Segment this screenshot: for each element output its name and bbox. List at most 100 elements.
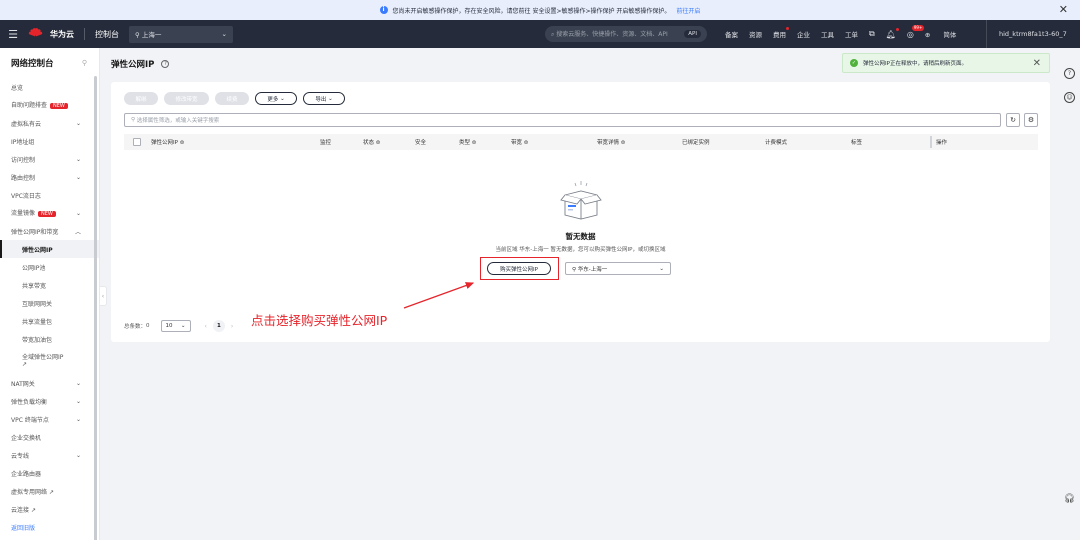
current-page[interactable]: 1 <box>212 320 225 332</box>
region-selector[interactable]: ⚲ 上海一 ⌄ <box>129 25 233 43</box>
search-icon: ⚲ <box>131 117 136 123</box>
chevron-down-icon: ⌄ <box>75 173 81 181</box>
sidebar-item-label: 云连接 <box>11 506 30 514</box>
sidebar: 网络控制台 ⚲ 总览 自助问题排查 NEW 虚拟私有云 ⌄ IP地址组 访问控制 ⌄ … <box>0 48 100 540</box>
sidebar-item-vpc-flowlog[interactable]: VPC流日志 <box>0 186 99 204</box>
sidebar-item-access-control[interactable]: 访问控制 ⌄ <box>0 150 99 168</box>
sidebar-scrollbar[interactable] <box>94 76 97 540</box>
page-size-select[interactable]: 10 ⌄ <box>160 320 191 332</box>
region-switch-select[interactable]: ⚲ 华东-上海一 ⌄ <box>565 262 671 275</box>
close-icon[interactable]: ✕ <box>1059 3 1068 16</box>
logo[interactable]: 华为云 <box>28 27 74 41</box>
nav-beian[interactable]: 备案 <box>725 29 738 39</box>
menu-icon[interactable]: ☰ <box>0 28 26 41</box>
annotation-text: 点击选择购买弹性公网IP <box>251 313 388 328</box>
chevron-down-icon: ⌄ <box>75 155 81 163</box>
message-icon[interactable]: ◎ 99+ <box>907 24 925 39</box>
help-icon[interactable]: ? <box>1064 68 1075 79</box>
sidebar-item-traffic-mirror[interactable]: 流量镜像 NEW ⌄ <box>0 204 99 222</box>
prev-page-icon[interactable]: ‹ <box>205 323 207 330</box>
more-button[interactable]: 更多 ⌄ <box>255 92 297 105</box>
info-icon: i <box>379 6 388 14</box>
select-all-checkbox[interactable] <box>133 138 141 146</box>
nav-resources[interactable]: 资源 <box>749 29 762 39</box>
sidebar-item-public-ip-pool[interactable]: 公网IP池 <box>0 258 99 276</box>
page-size-value: 10 <box>165 323 173 329</box>
sidebar-item-overview[interactable]: 总览 <box>0 78 99 96</box>
refresh-button[interactable]: ↻ <box>1006 113 1020 127</box>
screen-icon[interactable]: ⧉ <box>869 29 875 39</box>
user-account[interactable]: hid_ktrm8fa1t3-60_7 <box>986 20 1067 48</box>
renew-button[interactable]: 续费 <box>215 92 249 105</box>
chevron-up-icon: ︿ <box>74 228 81 236</box>
total-label: 总条数： <box>124 324 147 330</box>
search-api-tag: API <box>684 30 701 38</box>
sidebar-item-label: 全域弹性公网IP <box>22 354 64 361</box>
headset-icon[interactable]: 🎧︎ <box>1064 493 1075 504</box>
sidebar-item-enterprise-switch[interactable]: 企业交换机 <box>0 428 99 446</box>
nav-tools[interactable]: 工具 <box>821 29 834 39</box>
language-switch[interactable]: ⊕ 简体 <box>925 29 968 39</box>
sidebar-item-ip-group[interactable]: IP地址组 <box>0 132 99 150</box>
modify-bandwidth-button[interactable]: 修改带宽 <box>164 92 209 105</box>
search-icon: ⌕ <box>551 31 555 38</box>
column-bandwidth[interactable]: 带宽 ⊜ <box>511 138 528 146</box>
column-status[interactable]: 状态 ⊜ <box>363 138 380 146</box>
help-icon[interactable]: ? <box>161 60 170 68</box>
feedback-smile-icon[interactable]: ☺ <box>1064 92 1075 103</box>
column-tags: 标签 <box>851 140 863 146</box>
back-to-old-version[interactable]: 返回旧版 <box>0 518 99 536</box>
chevron-down-icon: ⌄ <box>180 323 186 329</box>
globe-icon: ⊕ <box>924 31 931 39</box>
sidebar-item-enterprise-router[interactable]: 企业路由器 <box>0 464 99 482</box>
sidebar-item-cloud-connect[interactable]: 云连接 ↗ <box>0 500 99 518</box>
sidebar-item-bandwidth-addon[interactable]: 带宽加油包 <box>0 330 99 348</box>
column-bandwidth-detail[interactable]: 带宽详情 ⊜ <box>597 138 625 146</box>
sidebar-item-self-diagnosis[interactable]: 自助问题排查 NEW <box>0 96 99 114</box>
nav-billing[interactable]: 费用 <box>773 27 789 39</box>
global-search[interactable]: ⌕ 搜索云服务、快捷操作、资源、文档、API API <box>545 26 707 42</box>
chevron-left-icon: ‹ <box>101 292 105 300</box>
chevron-down-icon: ⌄ <box>659 265 664 272</box>
sidebar-item-nat[interactable]: NAT网关 ⌄ <box>0 374 99 392</box>
sidebar-item-route-control[interactable]: 路由控制 ⌄ <box>0 168 99 186</box>
sidebar-item-elb[interactable]: 弹性负载均衡 ⌄ <box>0 392 99 410</box>
gear-icon: ⚙ <box>1027 116 1035 124</box>
nav-enterprise[interactable]: 企业 <box>797 29 810 39</box>
right-rail: ? ☺ 🎧︎ <box>1060 48 1080 540</box>
bell-icon[interactable]: 🔔︎ <box>886 27 900 39</box>
sidebar-item-internet-gateway[interactable]: 互联网网关 <box>0 294 99 312</box>
export-button[interactable]: 导出 ⌄ <box>303 92 345 105</box>
chevron-down-icon: ⌄ <box>75 379 81 387</box>
filter-icon: ⊜ <box>523 140 529 146</box>
sidebar-item-label: 弹性公网IP <box>22 246 53 254</box>
column-eip[interactable]: 弹性公网IP ⊜ <box>151 138 184 146</box>
column-bound-instance: 已绑定实例 <box>682 140 710 146</box>
banner-link[interactable]: 前往开启 <box>676 6 700 15</box>
sidebar-collapse-button[interactable]: ‹ <box>100 286 107 306</box>
sidebar-item-shared-traffic[interactable]: 共享流量包 <box>0 312 99 330</box>
filter-search-input[interactable]: ⚲ 选择属性筛选，或输入关键字搜索 <box>124 113 1001 127</box>
search-placeholder: 搜索云服务、快捷操作、资源、文档、API <box>556 31 668 38</box>
next-page-icon[interactable]: › <box>231 323 233 330</box>
sidebar-item-direct-connect[interactable]: 云专线 ⌄ <box>0 446 99 464</box>
console-link[interactable]: 控制台 <box>95 29 119 40</box>
sidebar-item-vpn[interactable]: 虚拟专用网络 ↗ <box>0 482 99 500</box>
filter-placeholder: 选择属性筛选，或输入关键字搜索 <box>136 118 220 124</box>
nav-tickets[interactable]: 工单 <box>845 29 858 39</box>
sidebar-item-eip[interactable]: 弹性公网IP <box>0 240 99 258</box>
banner-text: 您尚未开启敏感操作保护，存在安全风险，请您前往 安全设置>敏感操作>操作保护 开… <box>392 7 671 15</box>
sidebar-item-global-eip[interactable]: 全域弹性公网IP ↗ <box>0 348 99 374</box>
sidebar-item-eip-bandwidth[interactable]: 弹性公网IP和带宽 ︿ <box>0 222 99 240</box>
column-type[interactable]: 类型 ⊜ <box>459 138 476 146</box>
huawei-logo-icon <box>28 27 44 41</box>
sidebar-item-shared-bandwidth[interactable]: 共享带宽 <box>0 276 99 294</box>
sidebar-item-vpc[interactable]: 虚拟私有云 ⌄ <box>0 114 99 132</box>
search-icon[interactable]: ⚲ <box>82 59 87 67</box>
unbind-button[interactable]: 解绑 <box>124 92 158 105</box>
chevron-down-icon: ⌄ <box>75 119 81 127</box>
settings-button[interactable]: ⚙ <box>1024 113 1038 127</box>
close-icon[interactable]: ✕ <box>1033 58 1041 69</box>
sidebar-item-label: 虚拟专用网络 <box>11 488 48 496</box>
sidebar-item-vpc-endpoint[interactable]: VPC 终端节点 ⌄ <box>0 410 99 428</box>
